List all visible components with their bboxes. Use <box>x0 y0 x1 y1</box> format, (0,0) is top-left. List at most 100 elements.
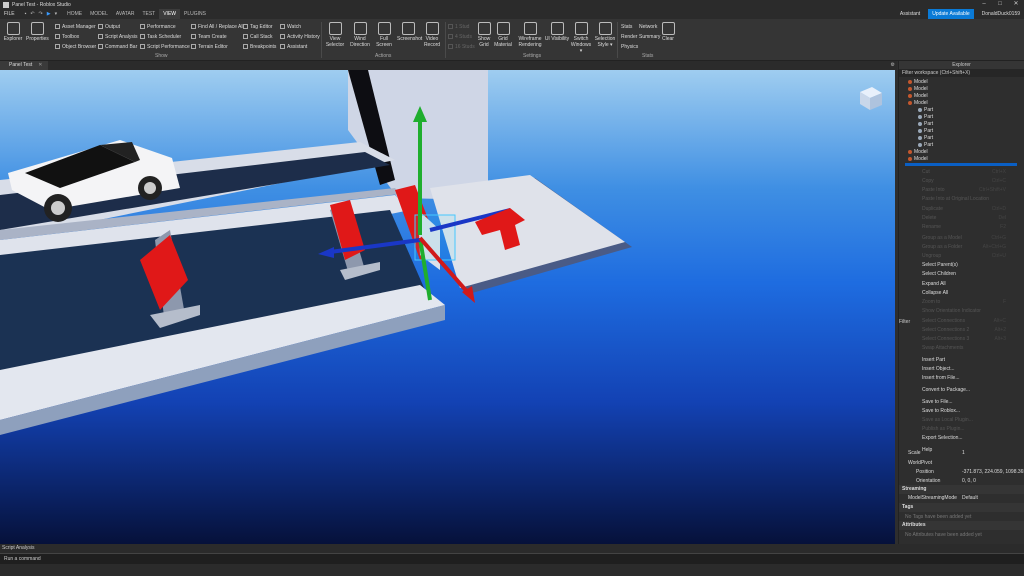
explorer-filter-input[interactable]: Filter workspace (Ctrl+Shift+X) <box>899 69 1024 77</box>
attributes-section-header[interactable]: Attributes <box>899 521 1024 530</box>
breakpoints-button[interactable]: Breakpoints <box>243 42 276 51</box>
context-menu-item[interactable]: Collapse All <box>918 289 1024 298</box>
context-menu-item[interactable]: Delete Del <box>918 214 1024 223</box>
view-selector-button[interactable]: View Selector <box>324 22 346 48</box>
property-streaming-mode-value[interactable]: Default <box>962 494 978 503</box>
tab-home[interactable]: HOME <box>63 9 86 19</box>
context-menu-item[interactable]: Ungroup Ctrl+U <box>918 252 1024 261</box>
streaming-section-header[interactable]: Streaming <box>899 485 1024 494</box>
tag-editor-button[interactable]: Tag Editor <box>243 22 273 31</box>
tab-test[interactable]: TEST <box>138 9 159 19</box>
context-menu-item[interactable]: Insert Part <box>918 356 1024 365</box>
context-menu-item[interactable]: Swap Attachments <box>918 344 1024 353</box>
call-stack-button[interactable]: Call Stack <box>243 32 273 41</box>
context-menu-item[interactable]: Duplicate Ctrl+D <box>918 205 1024 214</box>
document-tab-panel-test[interactable]: Panel Test ✕ <box>0 61 49 70</box>
close-tab-icon[interactable]: ✕ <box>38 62 42 68</box>
context-menu-item[interactable]: Group as a Model Ctrl+G <box>918 234 1024 243</box>
context-menu-item[interactable]: Paste Into Ctrl+Shift+V <box>918 186 1024 195</box>
physics-stats-button[interactable]: Physics <box>621 42 638 51</box>
explorer-tree-row[interactable]: Part <box>918 107 933 114</box>
explorer-tree-row[interactable]: Model <box>908 149 928 156</box>
tab-plugins[interactable]: PLUGINS <box>180 9 210 19</box>
network-stats-button[interactable]: Network <box>639 22 657 31</box>
redo-icon[interactable]: ↷ <box>39 11 43 17</box>
explorer-button[interactable]: Explorer <box>2 22 24 42</box>
context-menu-item[interactable]: Paste Into at Original Location <box>918 195 1024 204</box>
file-menu[interactable]: FILE <box>0 11 19 17</box>
find-replace-button[interactable]: Find All / Replace All <box>191 22 244 31</box>
context-menu-item[interactable]: Rename F2 <box>918 223 1024 232</box>
context-menu-item[interactable]: Expand All <box>918 280 1024 289</box>
play-dropdown-icon[interactable]: ▾ <box>55 11 58 17</box>
context-menu-item[interactable]: Insert Object... <box>918 365 1024 374</box>
context-menu-item[interactable]: Zoom to F <box>918 298 1024 307</box>
ui-visibility-button[interactable]: UI Visibility <box>544 22 570 42</box>
script-analysis-button[interactable]: Script Analysis <box>98 32 138 41</box>
context-menu-item[interactable]: Convert to Package... <box>918 386 1024 395</box>
grid-16-studs-button[interactable]: 16 Studs <box>448 42 475 51</box>
performance-button[interactable]: Performance <box>140 22 176 31</box>
stats-button[interactable]: Stats <box>621 22 632 31</box>
explorer-tree-row[interactable]: Part <box>918 142 933 149</box>
user-name[interactable]: DonaldDuck0159 <box>982 9 1020 19</box>
grid-1-stud-button[interactable]: 1 Stud <box>448 22 469 31</box>
command-bar-button[interactable]: Command Bar <box>98 42 137 51</box>
context-menu-item[interactable]: Help <box>918 446 1024 455</box>
tags-section-header[interactable]: Tags <box>899 503 1024 512</box>
script-analysis-bar[interactable]: Script Analysis <box>0 544 1024 553</box>
assistant-panel-button[interactable]: Assistant <box>280 42 307 51</box>
command-bar-input[interactable]: Run a command <box>0 553 1024 564</box>
close-window-button[interactable]: ✕ <box>1008 0 1024 9</box>
property-worldpivot-label[interactable]: WorldPivot <box>908 459 932 468</box>
context-menu-item[interactable]: Save as Local Plugin... <box>918 416 1024 425</box>
context-menu-item[interactable]: Insert from File... <box>918 374 1024 383</box>
switch-windows-button[interactable]: Switch Windows ▾ <box>570 22 592 54</box>
assistant-button[interactable]: Assistant <box>900 9 920 19</box>
viewport-settings-gear-icon[interactable]: ⚙ <box>891 61 895 70</box>
explorer-tree-row[interactable]: Model <box>908 93 928 100</box>
screenshot-button[interactable]: Screenshot <box>397 22 422 42</box>
wireframe-rendering-button[interactable]: Wireframe Rendering <box>516 22 544 48</box>
explorer-tree-row[interactable]: Model <box>908 100 928 107</box>
object-browser-button[interactable]: Object Browser <box>55 42 96 51</box>
activity-history-button[interactable]: Activity History <box>280 32 320 41</box>
tab-view[interactable]: VIEW <box>159 9 180 19</box>
property-scale-value[interactable]: 1 <box>962 449 965 458</box>
tab-model[interactable]: MODEL <box>86 9 112 19</box>
context-menu-item[interactable]: Select Children <box>918 270 1024 279</box>
wind-direction-button[interactable]: Wind Direction <box>349 22 371 48</box>
terrain-editor-button[interactable]: Terrain Editor <box>191 42 228 51</box>
context-menu-item[interactable]: Export Selection... <box>918 434 1024 443</box>
explorer-tree-row[interactable]: Part <box>918 128 933 135</box>
render-stats-button[interactable]: Render <box>621 32 637 41</box>
save-icon[interactable]: ▪ <box>25 11 27 17</box>
grid-4-studs-button[interactable]: 4 Studs <box>448 32 472 41</box>
play-icon[interactable]: ▶ <box>47 11 51 17</box>
watch-button[interactable]: Watch <box>280 22 301 31</box>
script-performance-button[interactable]: Script Performance <box>140 42 190 51</box>
context-menu-item[interactable]: Select Parent(s) <box>918 261 1024 270</box>
explorer-tree-row[interactable]: Model <box>908 156 928 163</box>
asset-manager-button[interactable]: Asset Manager <box>55 22 96 31</box>
context-menu-item[interactable]: Select Connections 2 Alt+2 <box>918 326 1024 335</box>
context-menu-item[interactable]: Show Orientation Indicator <box>918 307 1024 316</box>
team-create-button[interactable]: Team Create <box>191 32 227 41</box>
explorer-tree-row[interactable]: Part <box>918 114 933 121</box>
selection-style-button[interactable]: Selection Style ▾ <box>594 22 616 48</box>
context-menu-item[interactable]: Select Connections Alt+C <box>918 317 1024 326</box>
context-menu-item[interactable]: Select Connections 3 Alt+3 <box>918 335 1024 344</box>
maximize-button[interactable]: □ <box>992 0 1008 9</box>
explorer-tree-row[interactable]: Part <box>918 135 933 142</box>
3d-viewport[interactable] <box>0 70 895 544</box>
undo-icon[interactable]: ↶ <box>30 11 34 17</box>
explorer-tree-row[interactable]: Part <box>918 121 933 128</box>
grid-material-button[interactable]: Grid Material <box>492 22 514 48</box>
context-menu-item[interactable]: Save to File... <box>918 398 1024 407</box>
properties-button[interactable]: Properties <box>26 22 49 42</box>
toolbox-button[interactable]: Toolbox <box>55 32 79 41</box>
output-button[interactable]: Output <box>98 22 120 31</box>
clear-stats-button[interactable]: Clear <box>657 22 679 42</box>
context-menu-item[interactable]: Group as a Folder Alt+Ctrl+G <box>918 243 1024 252</box>
explorer-tree-row[interactable]: Model <box>908 86 928 93</box>
